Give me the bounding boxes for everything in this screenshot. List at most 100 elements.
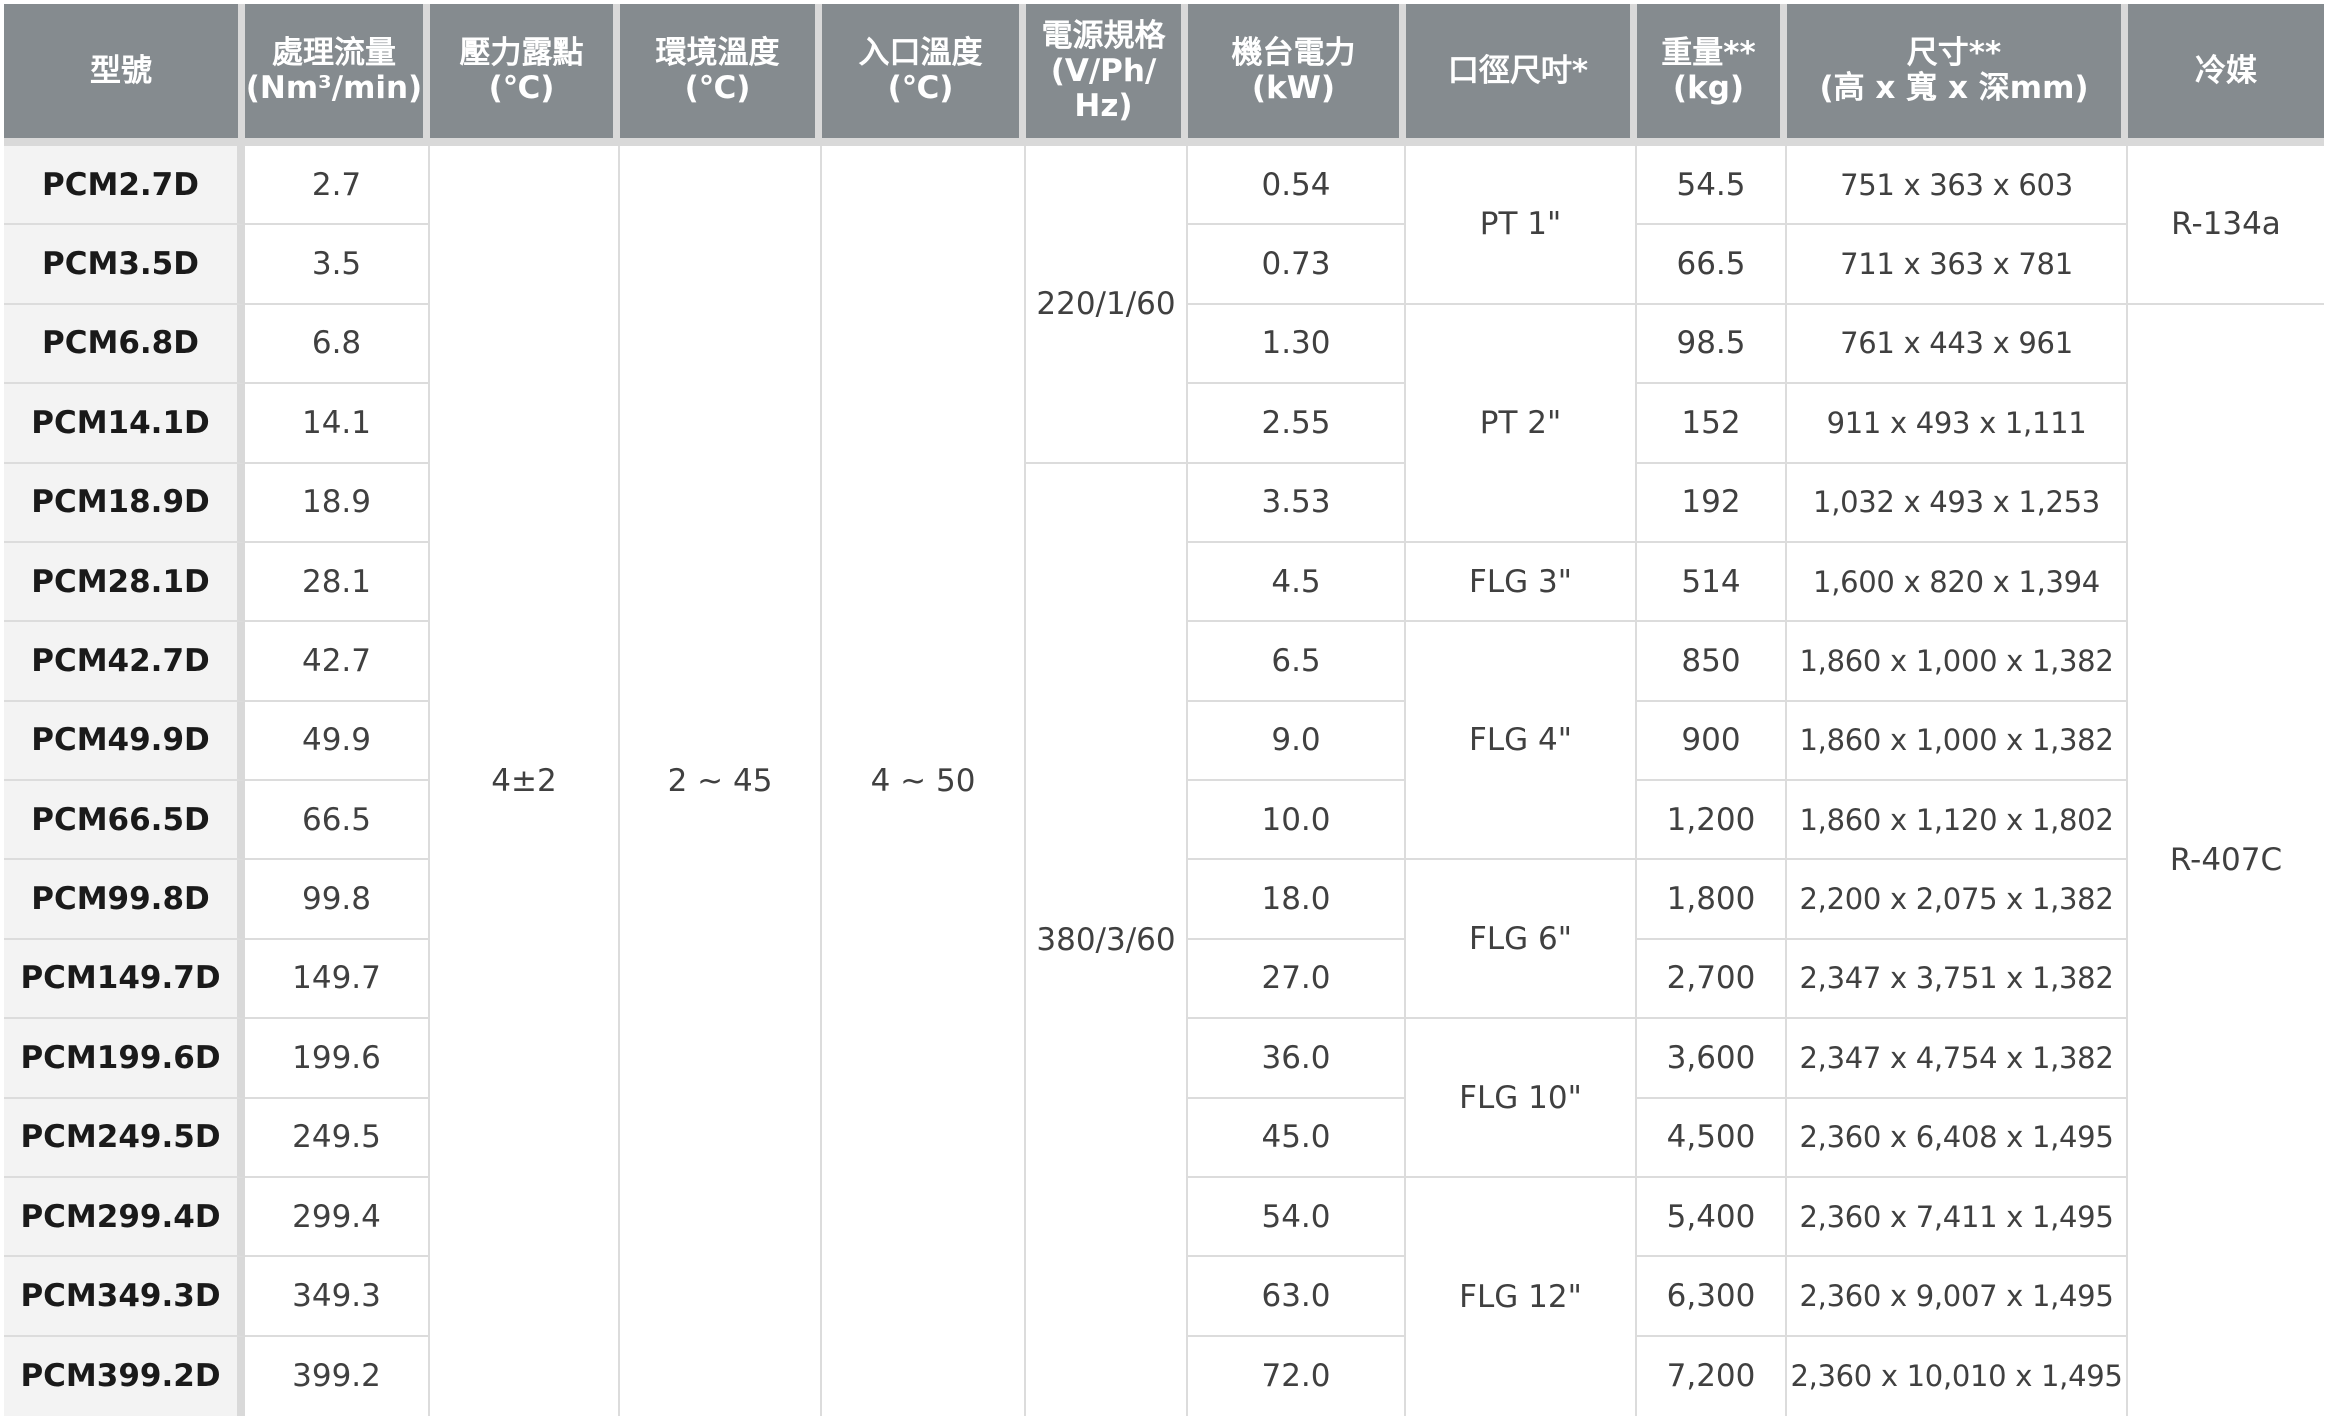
dimensions-cell: 2,347 x 3,751 x 1,382 bbox=[1787, 939, 2128, 1020]
power-spec-single-phase: 220/1/60 bbox=[1026, 146, 1188, 464]
model-cell: PCM199.6D bbox=[4, 1019, 245, 1099]
port-size-cell: FLG 4" bbox=[1406, 622, 1637, 861]
power-cell: 36.0 bbox=[1188, 1019, 1406, 1099]
flow-cell: 349.3 bbox=[245, 1257, 430, 1337]
model-cell: PCM99.8D bbox=[4, 860, 245, 940]
model-cell: PCM399.2D bbox=[4, 1336, 245, 1416]
power-cell: 1.30 bbox=[1188, 304, 1406, 385]
weight-cell: 900 bbox=[1637, 701, 1787, 781]
model-cell: PCM3.5D bbox=[4, 225, 245, 305]
dimensions-cell: 2,200 x 2,075 x 1,382 bbox=[1787, 860, 2128, 940]
flow-cell: 399.2 bbox=[245, 1336, 430, 1416]
port-size-cell: PT 2" bbox=[1406, 304, 1637, 543]
dimensions-cell: 2,360 x 9,007 x 1,495 bbox=[1787, 1257, 2128, 1337]
header-model: 型號 bbox=[4, 4, 245, 146]
power-cell: 54.0 bbox=[1188, 1177, 1406, 1258]
ambient-temp-value: 2 ~ 45 bbox=[620, 146, 822, 1416]
flow-cell: 2.7 bbox=[245, 146, 430, 226]
power-cell: 6.5 bbox=[1188, 622, 1406, 702]
power-spec-three-phase: 380/3/60 bbox=[1026, 463, 1188, 1416]
flow-cell: 66.5 bbox=[245, 781, 430, 861]
model-cell: PCM28.1D bbox=[4, 542, 245, 623]
header-inlet-temp: 入口溫度 (℃) bbox=[822, 4, 1026, 146]
header-refrigerant: 冷媒 bbox=[2128, 4, 2324, 146]
header-power-spec: 電源規格 (V/Ph/ Hz) bbox=[1026, 4, 1188, 146]
weight-cell: 6,300 bbox=[1637, 1257, 1787, 1337]
flow-cell: 14.1 bbox=[245, 384, 430, 464]
dimensions-cell: 761 x 443 x 961 bbox=[1787, 304, 2128, 385]
dimensions-cell: 1,032 x 493 x 1,253 bbox=[1787, 463, 2128, 543]
flow-cell: 199.6 bbox=[245, 1019, 430, 1099]
flow-cell: 299.4 bbox=[245, 1177, 430, 1258]
power-cell: 18.0 bbox=[1188, 860, 1406, 940]
model-cell: PCM42.7D bbox=[4, 622, 245, 702]
inlet-temp-value: 4 ~ 50 bbox=[822, 146, 1026, 1416]
weight-cell: 5,400 bbox=[1637, 1177, 1787, 1258]
dimensions-cell: 2,347 x 4,754 x 1,382 bbox=[1787, 1019, 2128, 1099]
header-weight: 重量** (kg) bbox=[1637, 4, 1787, 146]
weight-cell: 3,600 bbox=[1637, 1019, 1787, 1099]
power-cell: 2.55 bbox=[1188, 384, 1406, 464]
flow-cell: 99.8 bbox=[245, 860, 430, 940]
model-cell: PCM18.9D bbox=[4, 463, 245, 543]
weight-cell: 2,700 bbox=[1637, 939, 1787, 1020]
flow-cell: 3.5 bbox=[245, 225, 430, 305]
weight-cell: 152 bbox=[1637, 384, 1787, 464]
header-ambient-temp: 環境溫度 (℃) bbox=[620, 4, 822, 146]
dimensions-cell: 1,860 x 1,120 x 1,802 bbox=[1787, 781, 2128, 861]
flow-cell: 42.7 bbox=[245, 622, 430, 702]
weight-cell: 850 bbox=[1637, 622, 1787, 702]
refrigerant-r134a: R-134a bbox=[2128, 146, 2324, 305]
dimensions-cell: 751 x 363 x 603 bbox=[1787, 146, 2128, 226]
power-cell: 4.5 bbox=[1188, 542, 1406, 623]
header-dewpoint: 壓力露點 (℃) bbox=[430, 4, 620, 146]
power-cell: 45.0 bbox=[1188, 1098, 1406, 1178]
port-size-cell: FLG 12" bbox=[1406, 1177, 1637, 1416]
dewpoint-value: 4±2 bbox=[430, 146, 620, 1416]
weight-cell: 4,500 bbox=[1637, 1098, 1787, 1178]
power-cell: 27.0 bbox=[1188, 939, 1406, 1020]
port-size-cell: PT 1" bbox=[1406, 146, 1637, 305]
power-cell: 10.0 bbox=[1188, 781, 1406, 861]
flow-cell: 149.7 bbox=[245, 939, 430, 1020]
spec-table-frame: 型號 處理流量 (Nm³/min) 壓力露點 (℃) 環境溫度 (℃) 入口溫度… bbox=[4, 4, 2324, 1416]
power-cell: 3.53 bbox=[1188, 463, 1406, 543]
model-cell: PCM149.7D bbox=[4, 939, 245, 1020]
model-cell: PCM49.9D bbox=[4, 701, 245, 781]
header-power: 機台電力 (kW) bbox=[1188, 4, 1406, 146]
flow-cell: 49.9 bbox=[245, 701, 430, 781]
flow-cell: 28.1 bbox=[245, 542, 430, 623]
header-dimensions: 尺寸** (高 x 寬 x 深mm) bbox=[1787, 4, 2128, 146]
weight-cell: 54.5 bbox=[1637, 146, 1787, 226]
model-cell: PCM2.7D bbox=[4, 146, 245, 226]
power-cell: 63.0 bbox=[1188, 1257, 1406, 1337]
power-cell: 72.0 bbox=[1188, 1336, 1406, 1416]
dimensions-cell: 711 x 363 x 781 bbox=[1787, 225, 2128, 305]
refrigerant-r407c: R-407C bbox=[2128, 304, 2324, 1416]
port-size-cell: FLG 6" bbox=[1406, 860, 1637, 1020]
weight-cell: 192 bbox=[1637, 463, 1787, 543]
flow-cell: 249.5 bbox=[245, 1098, 430, 1178]
model-cell: PCM6.8D bbox=[4, 304, 245, 385]
dimensions-cell: 1,860 x 1,000 x 1,382 bbox=[1787, 622, 2128, 702]
port-size-cell: FLG 10" bbox=[1406, 1019, 1637, 1178]
dimensions-cell: 1,860 x 1,000 x 1,382 bbox=[1787, 701, 2128, 781]
model-cell: PCM14.1D bbox=[4, 384, 245, 464]
port-size-cell: FLG 3" bbox=[1406, 542, 1637, 623]
header-flow: 處理流量 (Nm³/min) bbox=[245, 4, 430, 146]
model-cell: PCM66.5D bbox=[4, 781, 245, 861]
model-cell: PCM349.3D bbox=[4, 1257, 245, 1337]
header-port-size: 口徑尺吋* bbox=[1406, 4, 1637, 146]
weight-cell: 98.5 bbox=[1637, 304, 1787, 385]
power-cell: 0.73 bbox=[1188, 225, 1406, 305]
dimensions-cell: 2,360 x 6,408 x 1,495 bbox=[1787, 1098, 2128, 1178]
model-cell: PCM299.4D bbox=[4, 1177, 245, 1258]
weight-cell: 1,800 bbox=[1637, 860, 1787, 940]
dimensions-cell: 911 x 493 x 1,111 bbox=[1787, 384, 2128, 464]
dimensions-cell: 1,600 x 820 x 1,394 bbox=[1787, 542, 2128, 623]
spec-table: 型號 處理流量 (Nm³/min) 壓力露點 (℃) 環境溫度 (℃) 入口溫度… bbox=[4, 4, 2324, 1416]
power-cell: 0.54 bbox=[1188, 146, 1406, 226]
flow-cell: 18.9 bbox=[245, 463, 430, 543]
dimensions-cell: 2,360 x 7,411 x 1,495 bbox=[1787, 1177, 2128, 1258]
weight-cell: 7,200 bbox=[1637, 1336, 1787, 1416]
